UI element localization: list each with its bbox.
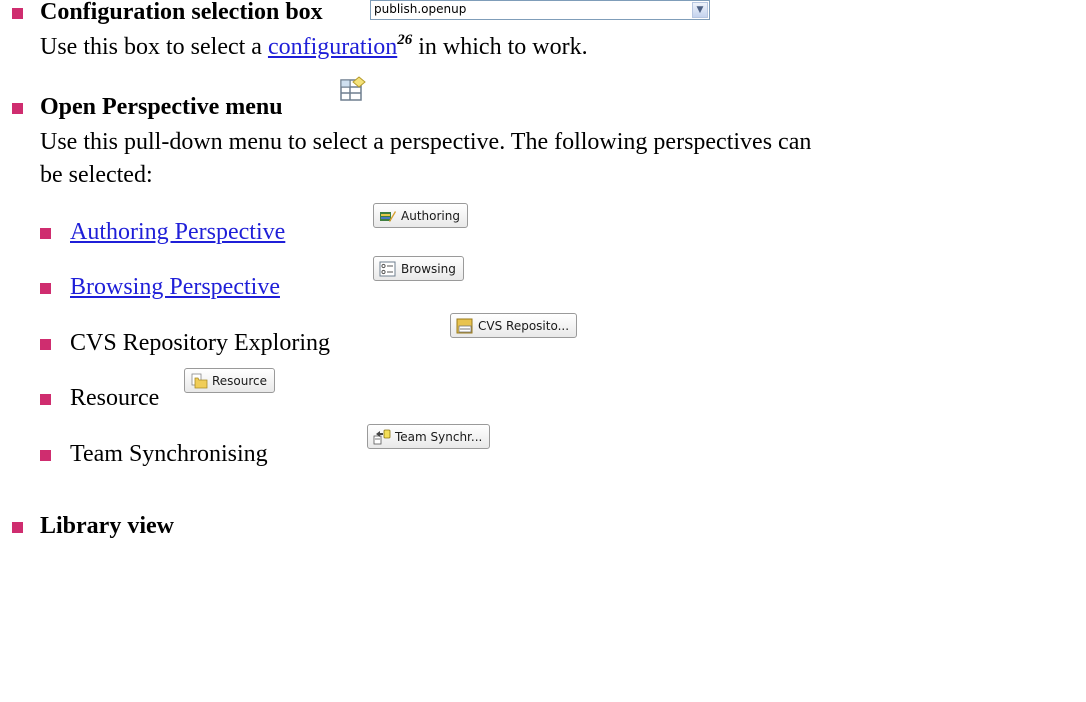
team-sync-perspective-label: Team Synchronising [70, 441, 268, 467]
bullet [40, 450, 51, 461]
bullet [40, 228, 51, 239]
cvs-button-label: CVS Reposito... [478, 318, 570, 333]
resource-perspective-label: Resource [70, 385, 160, 411]
bullet [12, 103, 23, 114]
authoring-perspective-link[interactable]: Authoring Perspective [70, 219, 285, 246]
browsing-perspective-button[interactable]: Browsing [373, 256, 464, 281]
cvs-perspective-label: CVS Repository Exploring [70, 330, 331, 356]
bullet [12, 522, 23, 533]
configuration-combo[interactable]: publish.openup ▼ [370, 0, 710, 20]
bullet [12, 8, 23, 19]
config-title: Configuration selection box [40, 0, 323, 25]
team-sync-icon [373, 429, 391, 445]
bullet [40, 339, 51, 350]
authoring-perspective-button[interactable]: Authoring [373, 203, 468, 228]
resource-perspective-button[interactable]: Resource [184, 368, 276, 393]
configuration-combo-value: publish.openup [374, 2, 467, 16]
footnote-marker: 26 [397, 32, 413, 48]
config-description: Use this box to select a configuration26… [40, 32, 588, 61]
perspective-desc-line2: be selected: [40, 162, 153, 188]
browsing-perspective-link[interactable]: Browsing Perspective [70, 274, 280, 301]
resource-icon [190, 373, 208, 389]
library-view-title: Library view [40, 513, 174, 539]
browsing-icon [379, 261, 397, 277]
perspective-desc-line1: Use this pull-down menu to select a pers… [40, 129, 812, 155]
resource-button-label: Resource [212, 373, 268, 388]
cvs-perspective-button[interactable]: CVS Reposito... [450, 313, 578, 338]
browsing-button-label: Browsing [401, 261, 456, 276]
chevron-down-icon[interactable]: ▼ [692, 2, 708, 18]
bullet [40, 394, 51, 405]
cvs-icon [456, 318, 474, 334]
authoring-icon [379, 208, 397, 224]
config-desc-before: Use this box to select a [40, 34, 262, 60]
configuration-link[interactable]: configuration [268, 34, 397, 60]
config-desc-after: in which to work. [418, 34, 588, 60]
team-sync-perspective-button[interactable]: Team Synchr... [367, 424, 491, 449]
team-sync-button-label: Team Synchr... [395, 429, 483, 444]
open-perspective-icon[interactable] [340, 76, 366, 102]
bullet [40, 283, 51, 294]
authoring-button-label: Authoring [401, 208, 460, 223]
perspective-menu-title: Open Perspective menu [40, 94, 283, 120]
